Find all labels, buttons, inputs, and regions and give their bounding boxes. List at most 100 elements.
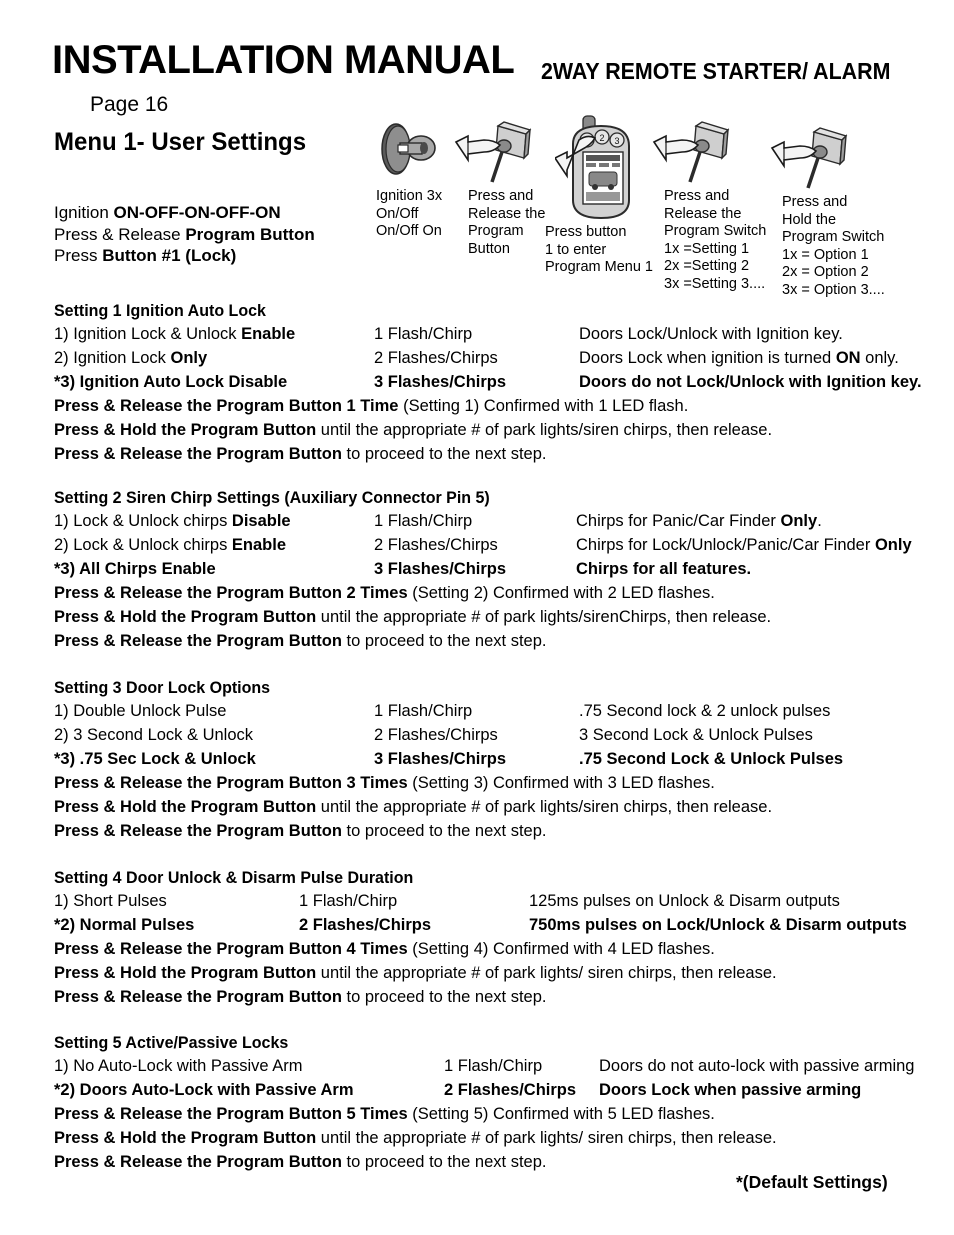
- option-description-emphasis: Only: [874, 536, 912, 554]
- option-row-default: *3) .75 Sec Lock & Unlock 3 Flashes/Chirp…: [54, 747, 954, 771]
- option-description-emphasis: Only: [780, 512, 818, 530]
- hand-hold-program-switch-icon: [770, 126, 852, 203]
- option-name-text: Lock & Unlock chirps: [68, 512, 232, 530]
- setting-block-5: Setting 5 Active/Passive Locks 1) No Auto…: [54, 1032, 954, 1174]
- option-description-text: Chirps for all features.: [576, 560, 752, 578]
- option-flash-count: 1 Flash/Chirp: [374, 702, 473, 720]
- instruction-detail: (Setting 5) Confirmed with 5 LED flashes…: [407, 1105, 715, 1123]
- option-name: 2) Ignition Lock Only: [54, 346, 207, 370]
- option-name-emphasis: Enable: [241, 325, 296, 343]
- option-number: 1): [54, 702, 69, 720]
- option-flash-count: 1 Flash/Chirp: [444, 1057, 543, 1075]
- option-name: 1) Lock & Unlock chirps Disable: [54, 509, 291, 533]
- option-description-text: .75 Second lock & 2 unlock pulses: [579, 702, 831, 720]
- option-flash-count: 2 Flashes/Chirps: [374, 726, 498, 744]
- entry-line-program-button: Press & Release Program Button: [54, 224, 315, 244]
- option-name: *3) All Chirps Enable: [54, 557, 216, 581]
- entry-sequence-block: Ignition ON-OFF-ON-OFF-ON Press & Releas…: [54, 202, 315, 267]
- option-description: Chirps for all features.: [576, 557, 751, 581]
- option-description-tail: .: [817, 512, 822, 530]
- setting-block-3: Setting 3 Door Lock Options 1) Double Unl…: [54, 677, 954, 843]
- option-description-text: Chirps for Panic/Car Finder: [576, 512, 781, 530]
- option-name-text: Ignition Auto Lock Disable: [75, 373, 288, 391]
- option-number: 2): [54, 536, 69, 554]
- option-row: 1) Double Unlock Pulse 1 Flash/Chirp .75 S…: [54, 699, 954, 723]
- instruction-detail: (Setting 4) Confirmed with 4 LED flashes…: [407, 940, 715, 958]
- instruction-action: Press & Hold the Program Button: [54, 608, 317, 626]
- option-description: 125ms pulses on Unlock & Disarm outputs: [529, 889, 840, 913]
- instruction-detail: until the appropriate # of park lights/s…: [316, 798, 773, 816]
- option-number: 1): [54, 325, 69, 343]
- entry-line-button-one: Press Button #1 (Lock): [54, 246, 237, 265]
- option-name: 2) 3 Second Lock & Unlock: [54, 723, 253, 747]
- option-name-text: .75 Sec Lock & Unlock: [75, 750, 256, 768]
- instruction-action: Press & Release the Program Button 2 Tim…: [54, 584, 408, 602]
- option-description: Chirps for Panic/Car Finder Only.: [576, 509, 822, 533]
- option-flash-count: 3 Flashes/Chirps: [374, 560, 507, 578]
- svg-text:2: 2: [599, 133, 604, 143]
- page-title: INSTALLATION MANUAL: [52, 38, 515, 82]
- icon-step-strip: Ignition 3x On/Off On/Off On Press and R…: [370, 112, 954, 298]
- option-number: *3): [54, 373, 76, 391]
- option-description: Doors Lock/Unlock with Ignition key.: [579, 322, 843, 346]
- entry-line-ignition: Ignition ON-OFF-ON-OFF-ON: [54, 203, 281, 222]
- instruction-line: Press & Release the Program Button to pr…: [54, 629, 954, 653]
- option-row: 1) Short Pulses 1 Flash/Chirp 125ms pulses…: [54, 889, 954, 913]
- option-name-emphasis: Only: [170, 349, 208, 367]
- setting-title: Setting 4 Door Unlock & Disarm Pulse Dur…: [54, 869, 414, 887]
- instruction-line: Press & Release the Program Button 2 Tim…: [54, 581, 954, 605]
- option-name: 1) Double Unlock Pulse: [54, 699, 226, 723]
- option-name: 2) Lock & Unlock chirps Enable: [54, 533, 286, 557]
- option-name-emphasis: Enable: [231, 536, 287, 554]
- option-flash-count: 2 Flashes/Chirps: [444, 1081, 577, 1099]
- option-name-text: Double Unlock Pulse: [68, 702, 227, 720]
- option-row: 2) Ignition Lock Only 2 Flashes/Chirps Doo…: [54, 346, 954, 370]
- option-description-text: 3 Second Lock & Unlock Pulses: [579, 726, 813, 744]
- instruction-action: Press & Release the Program Button 5 Tim…: [54, 1105, 408, 1123]
- instruction-detail: (Setting 3) Confirmed with 3 LED flashes…: [407, 774, 715, 792]
- instruction-line: Press & Hold the Program Button until th…: [54, 1126, 954, 1150]
- option-name: *3) Ignition Auto Lock Disable: [54, 370, 287, 394]
- instruction-action: Press & Release the Program Button 4 Tim…: [54, 940, 408, 958]
- hand-press-program-button-icon: [454, 120, 536, 197]
- option-name-text: Lock & Unlock chirps: [68, 536, 232, 554]
- option-description: Doors Lock when ignition is turned ON on…: [579, 346, 899, 370]
- option-row: 1) Ignition Lock & Unlock Enable 1 Flash/…: [54, 322, 954, 346]
- ignition-key-icon: [376, 118, 440, 185]
- option-number: 2): [54, 726, 69, 744]
- option-name-text: 3 Second Lock & Unlock: [68, 726, 254, 744]
- instruction-detail: until the appropriate # of park lights/ …: [316, 1129, 777, 1147]
- instruction-detail: to proceed to the next step.: [341, 988, 547, 1006]
- option-description-text: Doors Lock when passive arming: [599, 1081, 862, 1099]
- option-description-text: Doors do not Lock/Unlock with Ignition k…: [579, 373, 922, 391]
- option-row: 1) No Auto-Lock with Passive Arm 1 Flash/…: [54, 1054, 954, 1078]
- option-row: 2) Lock & Unlock chirps Enable 2 Flashes/…: [54, 533, 954, 557]
- instruction-action: Press & Release the Program Button: [54, 632, 342, 650]
- option-name-emphasis: Disable: [231, 512, 291, 530]
- option-description: 750ms pulses on Lock/Unlock & Disarm out…: [529, 913, 907, 937]
- instruction-line: Press & Hold the Program Button until th…: [54, 418, 954, 442]
- instruction-detail: (Setting 1) Confirmed with 1 LED flash.: [398, 397, 689, 415]
- instruction-action: Press & Release the Program Button: [54, 822, 342, 840]
- instruction-line: Press & Release the Program Button 1 Tim…: [54, 394, 954, 418]
- instruction-line: Press & Release the Program Button 3 Tim…: [54, 771, 954, 795]
- instruction-line: Press & Release the Program Button to pr…: [54, 985, 954, 1009]
- option-description: Doors do not auto-lock with passive armi…: [599, 1054, 914, 1078]
- option-name-text: Ignition Lock & Unlock: [68, 325, 242, 343]
- two-way-pager-remote-icon: 1 2 3: [553, 114, 647, 229]
- option-description-text: 125ms pulses on Unlock & Disarm outputs: [529, 892, 840, 910]
- option-flash-count: 2 Flashes/Chirps: [374, 536, 498, 554]
- option-description-emphasis: ON: [835, 349, 861, 367]
- option-number: *2): [54, 916, 76, 934]
- page-number-label: Page 16: [90, 93, 169, 116]
- option-name: 1) Short Pulses: [54, 889, 167, 913]
- option-name: *2) Doors Auto-Lock with Passive Arm: [54, 1078, 354, 1102]
- option-flash-count: 1 Flash/Chirp: [299, 892, 398, 910]
- option-name-text: All Chirps Enable: [75, 560, 216, 578]
- option-name: 1) No Auto-Lock with Passive Arm: [54, 1054, 303, 1078]
- instruction-action: Press & Release the Program Button 1 Tim…: [54, 397, 399, 415]
- instruction-action: Press & Hold the Program Button: [54, 1129, 317, 1147]
- option-row-default: *2) Normal Pulses 2 Flashes/Chirps 750ms p…: [54, 913, 954, 937]
- option-flash-count: 3 Flashes/Chirps: [374, 373, 507, 391]
- option-description-text: .75 Second Lock & Unlock Pulses: [579, 750, 844, 768]
